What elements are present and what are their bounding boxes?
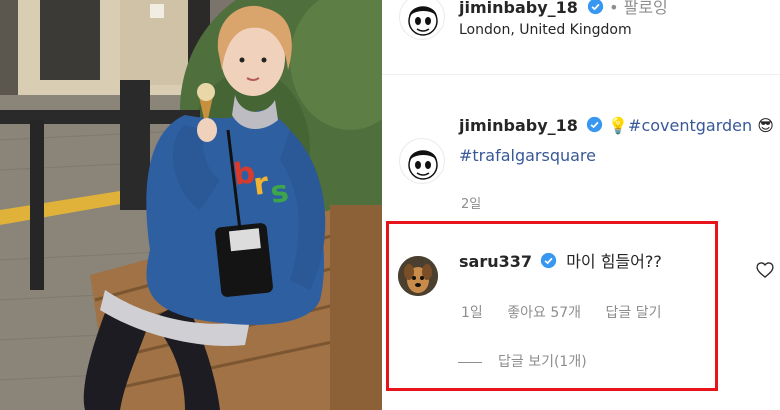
post-detail-panel: jiminbaby_18 • 팔로잉 London, United Kingdo… xyxy=(382,0,780,410)
caption-timestamp[interactable]: 2일 xyxy=(461,193,481,212)
caption-line-1: jiminbaby_18 💡#coventgarden 😎 xyxy=(459,116,774,135)
replies-dash xyxy=(458,361,482,363)
heart-icon[interactable] xyxy=(755,260,775,280)
comment-like-count[interactable]: 좋아요 57개 xyxy=(507,305,581,321)
follow-status[interactable]: • 팔로잉 xyxy=(609,0,668,17)
commenter-username[interactable]: saru337 xyxy=(459,252,532,271)
verified-badge-icon xyxy=(540,252,557,269)
comment-timestamp[interactable]: 1일 xyxy=(461,305,483,321)
location-link[interactable]: London, United Kingdom xyxy=(459,22,632,38)
hashtag-coventgarden[interactable]: #coventgarden xyxy=(628,116,752,135)
post-photo: b r s xyxy=(0,0,382,410)
photo-illustration: b r s xyxy=(0,0,382,410)
comment-meta-row: 1일 좋아요 57개 답글 달기 xyxy=(461,302,681,322)
commenter-avatar[interactable] xyxy=(398,256,438,296)
caption-author-avatar[interactable] xyxy=(399,138,445,184)
lightbulb-emoji: 💡 xyxy=(608,116,629,135)
verified-badge-icon xyxy=(586,116,603,133)
author-avatar[interactable] xyxy=(399,0,445,40)
sunglasses-emoji: 😎 xyxy=(757,116,774,135)
cartoon-face-icon xyxy=(408,150,438,180)
comment-line: saru337 마이 힘들어?? xyxy=(459,248,662,272)
verified-badge-icon xyxy=(587,0,603,15)
reply-button[interactable]: 답글 달기 xyxy=(606,305,662,321)
header-divider xyxy=(382,74,780,75)
header-username[interactable]: jiminbaby_18 xyxy=(459,0,578,17)
header-author-line: jiminbaby_18 • 팔로잉 xyxy=(459,0,668,18)
view-replies-button[interactable]: 답글 보기(1개) xyxy=(458,351,587,371)
caption-username[interactable]: jiminbaby_18 xyxy=(459,116,578,135)
comment-text: 마이 힘들어?? xyxy=(566,252,662,271)
cartoon-face-icon xyxy=(408,6,438,36)
view-replies-label: 답글 보기(1개) xyxy=(498,354,587,370)
dog-photo-icon xyxy=(398,256,438,296)
hashtag-trafalgarsquare[interactable]: #trafalgarsquare xyxy=(459,146,596,165)
